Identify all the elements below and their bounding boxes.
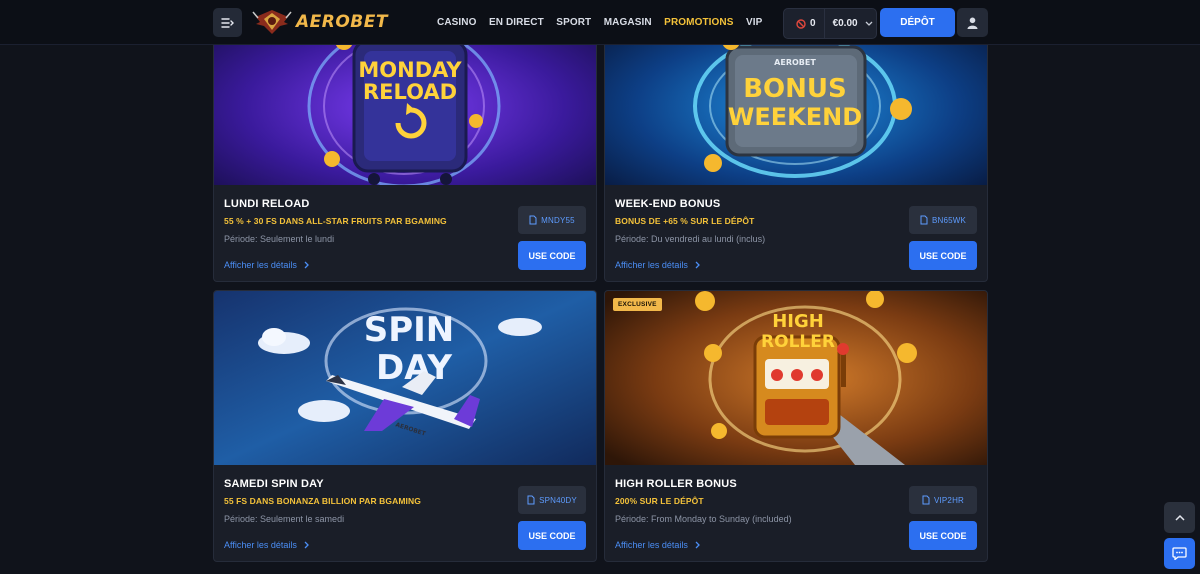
promo-code-chip[interactable]: SPN40DY [518,486,586,514]
nav-promotions[interactable]: PROMOTIONS [664,17,733,28]
menu-collapse-icon [221,17,234,28]
copy-document-icon [922,495,930,505]
promo-card-high-roller: HIGH ROLLER EXCLUSIVE HIGH ROLLER BONUS … [604,290,988,562]
banner-text-spin: SPIN [364,310,455,350]
promo-code-chip[interactable]: VIP2HR [909,486,977,514]
promo-card-body: HIGH ROLLER BONUS 200% SUR LE DÉPÔT Péri… [605,465,987,561]
bonus-count: 0 [810,18,816,29]
use-code-button[interactable]: USE CODE [909,521,977,550]
nav-vip[interactable]: VIP [746,17,762,28]
banner-text-monday: MONDAY [358,58,462,82]
promo-card-weekend-bonus: AEROBET BONUS WEEKEND WEEK-END BONUS BON… [604,10,988,282]
chevron-right-icon [304,261,309,269]
show-details-link[interactable]: Afficher les détails [615,260,701,270]
nav-magasin[interactable]: MAGASIN [604,17,652,28]
promo-card-body: WEEK-END BONUS BONUS DE +65 % SUR LE DÉP… [605,185,987,281]
promo-code-chip[interactable]: BN65WK [909,206,977,234]
promo-code: SPN40DY [539,495,577,505]
deposit-button[interactable]: DÉPÔT [880,8,955,37]
chevron-up-icon [1174,514,1185,521]
promo-card-monday-reload: MONDAY RELOAD LUNDI RELOAD 55 % + 30 FS … [213,10,597,282]
user-icon [967,17,978,29]
promo-title: LUNDI RELOAD [224,198,310,210]
show-details-label: Afficher les détails [615,540,688,550]
show-details-label: Afficher les détails [615,260,688,270]
promo-subtitle: 55 FS DANS BONANZA BILLION PAR BGAMING [224,496,421,506]
promo-banner-spin-day: SPIN DAY AEROBET [214,291,596,465]
banner-text-high: HIGH [772,311,824,332]
show-details-link[interactable]: Afficher les détails [615,540,701,550]
promo-card-spin-day: SPIN DAY AEROBET SAMEDI SPIN DAY 55 FS D… [213,290,597,562]
wallet-dropdown[interactable]: 0 €0.00 [783,8,877,39]
promo-card-body: LUNDI RELOAD 55 % + 30 FS DANS ALL-STAR … [214,185,596,281]
promo-card-body: SAMEDI SPIN DAY 55 FS DANS BONANZA BILLI… [214,465,596,561]
banner-text-reload: RELOAD [363,80,457,104]
logo-text: AEROBET [296,12,388,32]
chevron-right-icon [695,541,700,549]
sidebar-toggle-button[interactable] [213,8,242,37]
use-code-button[interactable]: USE CODE [909,241,977,270]
banner-text-roller: ROLLER [761,332,835,352]
exclusive-badge: EXCLUSIVE [613,298,662,311]
winged-emblem-icon [252,10,292,34]
balance-value: €0.00 [832,18,858,29]
promo-code: BN65WK [931,215,967,225]
promo-period: Période: From Monday to Sunday (included… [615,514,792,524]
copy-document-icon [527,495,535,505]
promo-code-chip[interactable]: MNDY55 [518,206,586,234]
show-details-link[interactable]: Afficher les détails [224,260,310,270]
chat-bubble-icon [1172,547,1187,560]
show-details-link[interactable]: Afficher les détails [224,540,310,550]
promo-period: Période: Seulement le lundi [224,234,335,244]
aerobet-logo[interactable]: AEROBET [252,6,388,38]
banner-text-weekend: WEEKEND [728,103,862,131]
use-code-button[interactable]: USE CODE [518,241,586,270]
use-code-button[interactable]: USE CODE [518,521,586,550]
strawberry-icon [771,369,823,381]
promo-subtitle: BONUS DE +65 % SUR LE DÉPÔT [615,216,755,226]
promo-period: Période: Du vendredi au lundi (inclus) [615,234,766,244]
banner-text-aerobet: AEROBET [774,58,816,67]
chevron-right-icon [695,261,700,269]
bonus-counter: 0 [796,18,816,29]
promo-title: WEEK-END BONUS [615,198,721,210]
banner-text-bonus: BONUS [743,74,847,104]
promo-subtitle: 55 % + 30 FS DANS ALL-STAR FRUITS PAR BG… [224,216,447,226]
main-nav: CASINO EN DIRECT SPORT MAGASIN PROMOTION… [437,0,775,44]
nav-en-direct[interactable]: EN DIRECT [489,17,544,28]
top-header: AEROBET CASINO EN DIRECT SPORT MAGASIN P… [0,0,1200,45]
user-menu-button[interactable] [957,8,988,37]
promo-subtitle: 200% SUR LE DÉPÔT [615,496,704,506]
promo-code: VIP2HR [933,495,965,505]
chevron-down-icon [865,21,873,26]
promo-title: HIGH ROLLER BONUS [615,478,737,490]
nav-sport[interactable]: SPORT [556,17,591,28]
promo-period: Période: Seulement le samedi [224,514,345,524]
show-details-label: Afficher les détails [224,260,297,270]
no-bonus-icon [796,18,806,29]
chevron-right-icon [304,541,309,549]
copy-document-icon [529,215,537,225]
show-details-label: Afficher les détails [224,540,297,550]
wallet-divider [823,9,825,38]
copy-document-icon [920,215,928,225]
promo-code: MNDY55 [541,215,575,225]
promo-banner-high-roller: HIGH ROLLER EXCLUSIVE [605,291,987,465]
promo-title: SAMEDI SPIN DAY [224,478,324,490]
scroll-to-top-button[interactable] [1164,502,1195,533]
nav-casino[interactable]: CASINO [437,17,477,28]
live-chat-button[interactable] [1164,538,1195,569]
